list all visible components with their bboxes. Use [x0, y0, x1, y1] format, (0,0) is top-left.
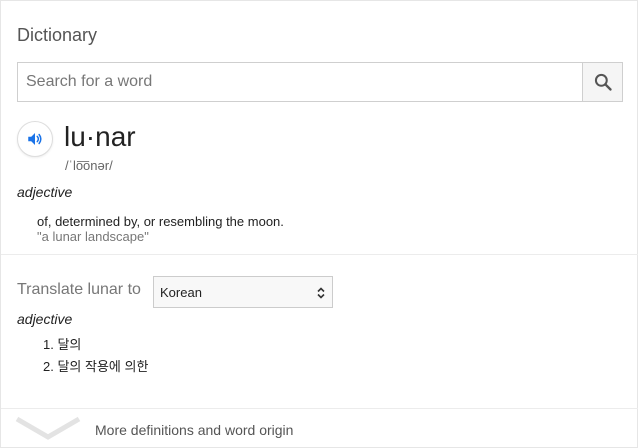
definition-text: of, determined by, or resembling the moo…	[37, 214, 284, 229]
language-select-value: Korean	[160, 284, 202, 300]
more-definitions-label: More definitions and word origin	[95, 422, 294, 438]
translate-label: Translate lunar to	[17, 281, 141, 298]
search-box	[17, 62, 623, 102]
list-item-number: 2.	[43, 359, 54, 374]
example-text: "a lunar landscape"	[37, 229, 149, 244]
section-divider	[1, 254, 638, 255]
select-arrows-icon	[317, 287, 325, 299]
translation-list: 1. 달의 2. 달의 작용에 의한	[43, 337, 148, 381]
language-select[interactable]: Korean	[153, 276, 333, 308]
list-item-text: 달의 작용에 의한	[57, 359, 149, 374]
headword: lu·nar	[64, 121, 136, 152]
list-item: 2. 달의 작용에 의한	[43, 359, 148, 381]
card-title: Dictionary	[17, 25, 98, 45]
part-of-speech: adjective	[17, 184, 73, 200]
list-item-text: 달의	[57, 337, 82, 352]
search-icon	[594, 73, 612, 91]
list-item-number: 1.	[43, 337, 54, 352]
more-definitions-button[interactable]: More definitions and word origin	[1, 409, 638, 448]
speaker-icon	[28, 133, 42, 145]
dictionary-card: Dictionary lu·nar /ˈlo͞onər/ adjective o…	[0, 0, 638, 448]
translation-part-of-speech: adjective	[17, 311, 73, 327]
chevron-down-icon	[15, 416, 81, 440]
search-input[interactable]	[18, 63, 582, 101]
phonetic-spelling: /ˈlo͞onər/	[65, 158, 113, 173]
pronunciation-button[interactable]	[17, 121, 53, 157]
list-item: 1. 달의	[43, 337, 148, 359]
search-button[interactable]	[582, 63, 622, 101]
